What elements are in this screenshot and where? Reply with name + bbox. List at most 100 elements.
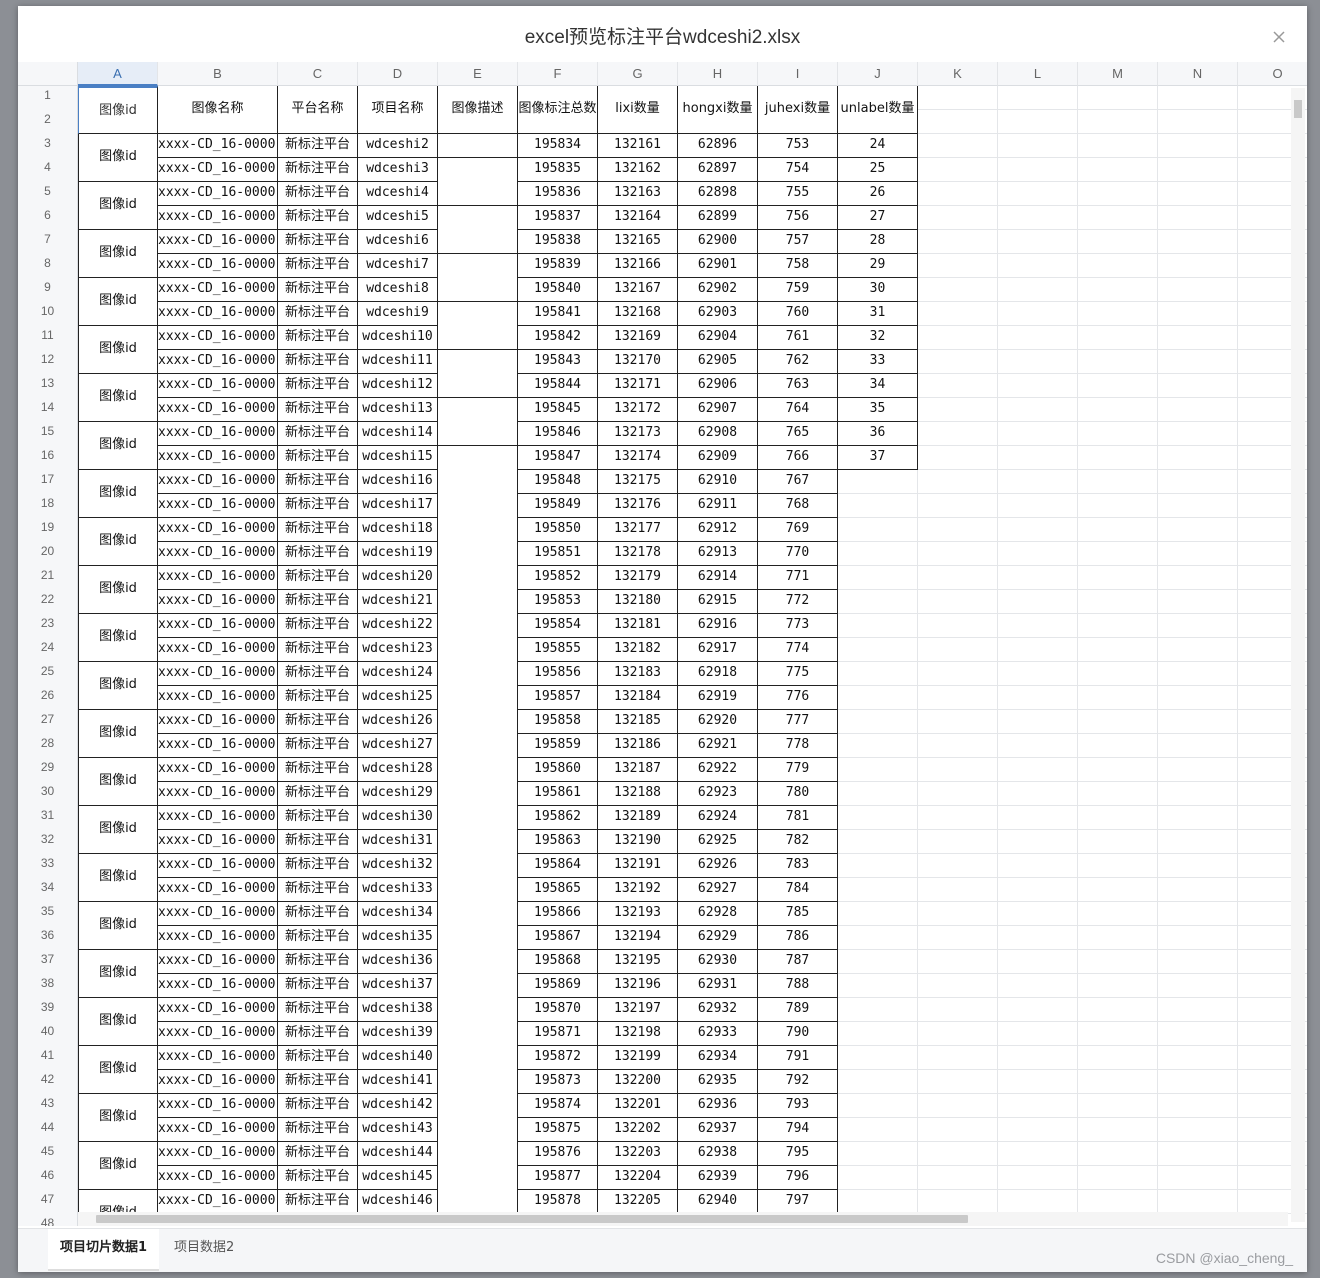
image-id-merged-cell[interactable]: 图像id [78,854,158,902]
juhexi-cell[interactable]: 781 [758,806,838,830]
hongxi-cell[interactable]: 62919 [678,686,758,710]
lixi-cell[interactable]: 132191 [598,854,678,878]
project-cell[interactable]: wdceshi29 [358,782,438,806]
hongxi-cell[interactable]: 62898 [678,182,758,206]
row-header-39[interactable]: 39 [18,998,78,1022]
row-header-35[interactable]: 35 [18,902,78,926]
total-cell[interactable]: 195870 [518,998,598,1022]
total-cell[interactable]: 195866 [518,902,598,926]
hongxi-cell[interactable]: 62935 [678,1070,758,1094]
sheet-tab-1[interactable]: 项目切片数据1 [48,1229,160,1271]
column-header-h[interactable]: H [678,62,758,86]
image-id-merged-cell[interactable]: 图像id [78,998,158,1046]
description-cell[interactable] [438,278,518,302]
juhexi-cell[interactable]: 775 [758,662,838,686]
row-header-45[interactable]: 45 [18,1142,78,1166]
juhexi-cell[interactable]: 790 [758,1022,838,1046]
platform-cell[interactable]: 新标注平台 [278,1166,358,1190]
row-header-42[interactable]: 42 [18,1070,78,1094]
project-cell[interactable]: wdceshi7 [358,254,438,278]
project-cell[interactable]: wdceshi34 [358,902,438,926]
header-cell-g[interactable]: lixi数量 [598,86,678,134]
total-cell[interactable]: 195871 [518,1022,598,1046]
juhexi-cell[interactable]: 756 [758,206,838,230]
lixi-cell[interactable]: 132169 [598,326,678,350]
total-cell[interactable]: 195861 [518,782,598,806]
lixi-cell[interactable]: 132198 [598,1022,678,1046]
row-header-27[interactable]: 27 [18,710,78,734]
lixi-cell[interactable]: 132179 [598,566,678,590]
hongxi-cell[interactable]: 62939 [678,1166,758,1190]
project-cell[interactable]: wdceshi8 [358,278,438,302]
hongxi-cell[interactable]: 62928 [678,902,758,926]
name-cell[interactable]: xxxx-CD_16-0000 [158,422,278,446]
row-header-26[interactable]: 26 [18,686,78,710]
total-cell[interactable]: 195845 [518,398,598,422]
platform-cell[interactable]: 新标注平台 [278,854,358,878]
image-id-merged-cell[interactable]: 图像id [78,326,158,374]
project-cell[interactable]: wdceshi19 [358,542,438,566]
total-cell[interactable]: 195834 [518,134,598,158]
sheet-tab-2[interactable]: 项目数据2 [162,1229,246,1269]
row-header-19[interactable]: 19 [18,518,78,542]
unlabel-cell[interactable]: 28 [838,230,918,254]
row-header-16[interactable]: 16 [18,446,78,470]
description-cell[interactable] [438,830,518,854]
row-header-28[interactable]: 28 [18,734,78,758]
juhexi-cell[interactable]: 776 [758,686,838,710]
total-cell[interactable]: 195873 [518,1070,598,1094]
project-cell[interactable]: wdceshi24 [358,662,438,686]
close-icon[interactable] [1269,27,1289,47]
total-cell[interactable]: 195872 [518,1046,598,1070]
row-header-9[interactable]: 9 [18,278,78,302]
hongxi-cell[interactable]: 62916 [678,614,758,638]
project-cell[interactable]: wdceshi14 [358,422,438,446]
lixi-cell[interactable]: 132203 [598,1142,678,1166]
total-cell[interactable]: 195869 [518,974,598,998]
project-cell[interactable]: wdceshi42 [358,1094,438,1118]
row-header-23[interactable]: 23 [18,614,78,638]
lixi-cell[interactable]: 132178 [598,542,678,566]
image-id-merged-cell[interactable]: 图像id [78,278,158,326]
name-cell[interactable]: xxxx-CD_16-0000 [158,854,278,878]
header-cell-a[interactable]: 图像id [78,86,158,134]
unlabel-cell[interactable]: 25 [838,158,918,182]
juhexi-cell[interactable]: 763 [758,374,838,398]
juhexi-cell[interactable]: 753 [758,134,838,158]
description-cell[interactable] [438,782,518,806]
description-cell[interactable] [438,902,518,926]
platform-cell[interactable]: 新标注平台 [278,446,358,470]
column-header-d[interactable]: D [358,62,438,86]
juhexi-cell[interactable]: 783 [758,854,838,878]
project-cell[interactable]: wdceshi31 [358,830,438,854]
image-id-merged-cell[interactable]: 图像id [78,374,158,422]
total-cell[interactable]: 195840 [518,278,598,302]
platform-cell[interactable]: 新标注平台 [278,1190,358,1214]
column-header-i[interactable]: I [758,62,838,86]
row-header-14[interactable]: 14 [18,398,78,422]
project-cell[interactable]: wdceshi38 [358,998,438,1022]
platform-cell[interactable]: 新标注平台 [278,686,358,710]
name-cell[interactable]: xxxx-CD_16-0000 [158,758,278,782]
hongxi-cell[interactable]: 62929 [678,926,758,950]
hongxi-cell[interactable]: 62931 [678,974,758,998]
description-cell[interactable] [438,1166,518,1190]
row-header-41[interactable]: 41 [18,1046,78,1070]
description-cell[interactable] [438,350,518,374]
lixi-cell[interactable]: 132181 [598,614,678,638]
platform-cell[interactable]: 新标注平台 [278,806,358,830]
juhexi-cell[interactable]: 780 [758,782,838,806]
hongxi-cell[interactable]: 62909 [678,446,758,470]
project-cell[interactable]: wdceshi33 [358,878,438,902]
platform-cell[interactable]: 新标注平台 [278,1070,358,1094]
hongxi-cell[interactable]: 62912 [678,518,758,542]
hongxi-cell[interactable]: 62900 [678,230,758,254]
name-cell[interactable]: xxxx-CD_16-0000 [158,302,278,326]
hongxi-cell[interactable]: 62927 [678,878,758,902]
name-cell[interactable]: xxxx-CD_16-0000 [158,518,278,542]
row-header-47[interactable]: 47 [18,1190,78,1214]
hongxi-cell[interactable]: 62920 [678,710,758,734]
description-cell[interactable] [438,230,518,254]
hongxi-cell[interactable]: 62921 [678,734,758,758]
platform-cell[interactable]: 新标注平台 [278,302,358,326]
